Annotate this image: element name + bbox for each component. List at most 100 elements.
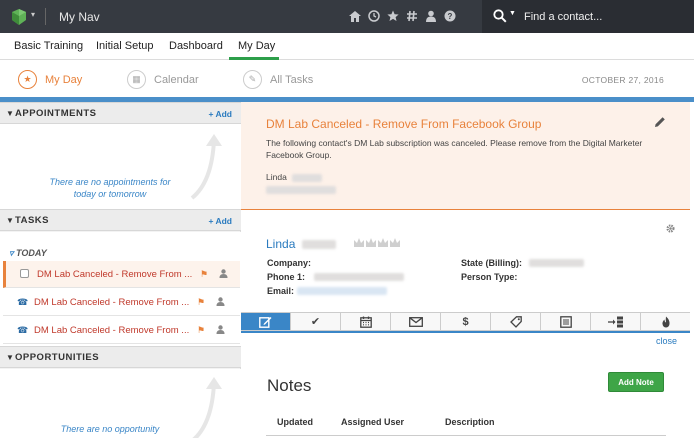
add-appointment-button[interactable]: + Add — [208, 109, 232, 119]
arrow-curve-icon — [190, 134, 222, 200]
tasks-header[interactable]: ▼ TASKS + Add — [0, 209, 241, 231]
person-icon[interactable] — [216, 325, 225, 336]
calendar-icon: ▦ — [127, 70, 146, 89]
search-input[interactable] — [524, 9, 684, 25]
subnav-item-initial-setup[interactable]: Initial Setup — [96, 40, 153, 52]
gear-icon[interactable] — [665, 223, 676, 237]
task-label[interactable]: DM Lab Canceled - Remove From ... — [34, 325, 189, 336]
rating-icon[interactable] — [353, 237, 401, 251]
left-panel: ▼ APPOINTMENTS + Add There are no appoin… — [0, 102, 241, 438]
fire-icon[interactable] — [641, 313, 690, 330]
subnav-item-my-day[interactable]: My Day — [238, 40, 275, 52]
opportunities-empty: There are no opportunity — [0, 369, 241, 438]
subnav-item-basic-training[interactable]: Basic Training — [14, 40, 83, 52]
svg-text:?: ? — [448, 12, 453, 21]
phone-icon[interactable]: ☎ — [17, 325, 28, 335]
email-label: Email: — [267, 286, 295, 296]
redacted-text — [529, 259, 584, 267]
notes-heading: Notes — [267, 376, 312, 395]
company-label: Company: — [267, 258, 312, 268]
tasks-list: ▿ TODAY DM Lab Canceled - Remove From ..… — [0, 232, 241, 347]
state-label: State (Billing): — [461, 258, 522, 268]
section-title: APPOINTMENTS — [15, 108, 97, 119]
active-indicator — [229, 57, 279, 60]
chevron-down-icon[interactable]: ▼ — [6, 353, 14, 362]
redacted-text — [301, 240, 336, 250]
section-title: OPPORTUNITIES — [15, 352, 100, 363]
task-row[interactable]: ☎ DM Lab Canceled - Remove From ... ⚑ — [3, 289, 240, 316]
tab-label: All Tasks — [270, 73, 314, 86]
column-header-updated[interactable]: Updated — [277, 417, 313, 427]
task-label[interactable]: DM Lab Canceled - Remove From ... — [37, 269, 192, 280]
chevron-down-icon[interactable]: ▼ — [6, 216, 14, 225]
help-icon[interactable]: ? — [444, 9, 456, 23]
check-icon[interactable]: ✔ — [291, 313, 341, 330]
contact-name[interactable]: Linda — [266, 237, 336, 251]
column-header-assigned-user[interactable]: Assigned User — [341, 417, 404, 427]
main-panel: DM Lab Canceled - Remove From Facebook G… — [241, 102, 694, 438]
flag-icon[interactable]: ⚑ — [200, 269, 208, 280]
email-icon[interactable] — [391, 313, 441, 330]
person-icon[interactable] — [216, 297, 225, 308]
tab-label: My Day — [45, 73, 83, 86]
opportunities-header[interactable]: ▼ OPPORTUNITIES — [0, 346, 241, 368]
app-logo-icon[interactable] — [10, 8, 28, 26]
add-task-button[interactable]: + Add — [208, 216, 232, 226]
flag-icon[interactable]: ⚑ — [197, 325, 205, 336]
search-icon[interactable] — [493, 9, 507, 23]
chevron-down-icon[interactable]: ▼ — [509, 10, 516, 17]
tab-all-tasks[interactable]: ✎ All Tasks — [243, 70, 313, 89]
view-tabs: ★ My Day ▦ Calendar ✎ All Tasks OCTOBER … — [0, 61, 694, 98]
note-icon[interactable] — [241, 313, 291, 330]
phone-icon[interactable]: ☎ — [17, 297, 28, 307]
chevron-down-icon[interactable]: ▾ — [31, 10, 35, 19]
section-title: TASKS — [15, 215, 49, 226]
appointments-empty: There are no appointments for today or t… — [0, 124, 241, 209]
task-checkbox[interactable] — [20, 269, 29, 278]
calendar-icon[interactable] — [341, 313, 391, 330]
person-icon[interactable] — [219, 269, 228, 280]
tab-calendar[interactable]: ▦ Calendar — [127, 70, 199, 89]
contact-action-toolbar: ✔ $ — [241, 312, 690, 331]
nav-title[interactable]: My Nav — [59, 10, 100, 24]
home-icon[interactable] — [349, 9, 361, 23]
subnav-item-dashboard[interactable]: Dashboard — [169, 40, 223, 52]
star-icon: ★ — [18, 70, 37, 89]
task-description: The following contact's DM Lab subscript… — [266, 138, 643, 160]
divider — [45, 8, 46, 25]
tab-my-day[interactable]: ★ My Day — [18, 70, 82, 89]
sequence-icon[interactable] — [591, 313, 641, 330]
task-group-today[interactable]: ▿ TODAY — [9, 248, 47, 259]
tag-icon[interactable] — [491, 313, 541, 330]
arrow-curve-icon — [192, 377, 222, 438]
task-row[interactable]: DM Lab Canceled - Remove From ... ⚑ — [3, 261, 240, 288]
quick-icons: ? — [349, 9, 456, 23]
redacted-text — [292, 173, 323, 182]
chevron-down-icon: ▿ — [9, 248, 17, 258]
column-header-description[interactable]: Description — [445, 417, 495, 427]
star-icon[interactable] — [387, 9, 399, 23]
add-note-button[interactable]: Add Note — [608, 372, 664, 392]
divider — [266, 435, 666, 436]
flag-icon[interactable]: ⚑ — [197, 297, 205, 308]
close-link[interactable]: close — [656, 336, 677, 346]
document-icon[interactable] — [541, 313, 591, 330]
divider — [241, 331, 690, 333]
contact-search: ▼ — [482, 0, 694, 33]
pencil-icon[interactable] — [654, 116, 666, 128]
dollar-icon[interactable]: $ — [441, 313, 491, 330]
appointments-header[interactable]: ▼ APPOINTMENTS + Add — [0, 102, 241, 124]
redacted-text[interactable] — [297, 287, 387, 295]
person-icon[interactable] — [425, 9, 437, 23]
task-detail-banner: DM Lab Canceled - Remove From Facebook G… — [241, 102, 690, 210]
redacted-text — [266, 186, 336, 194]
clock-icon[interactable] — [368, 9, 380, 23]
top-bar: ▾ My Nav ? ▼ — [0, 0, 694, 33]
task-row[interactable]: ☎ DM Lab Canceled - Remove From ... ⚑ — [3, 317, 240, 344]
task-label[interactable]: DM Lab Canceled - Remove From ... — [34, 297, 189, 308]
tab-label: Calendar — [154, 73, 199, 86]
redacted-text — [314, 273, 404, 281]
chevron-down-icon[interactable]: ▼ — [6, 109, 14, 118]
person-type-label: Person Type: — [461, 272, 518, 282]
hashtag-icon[interactable] — [406, 9, 418, 23]
